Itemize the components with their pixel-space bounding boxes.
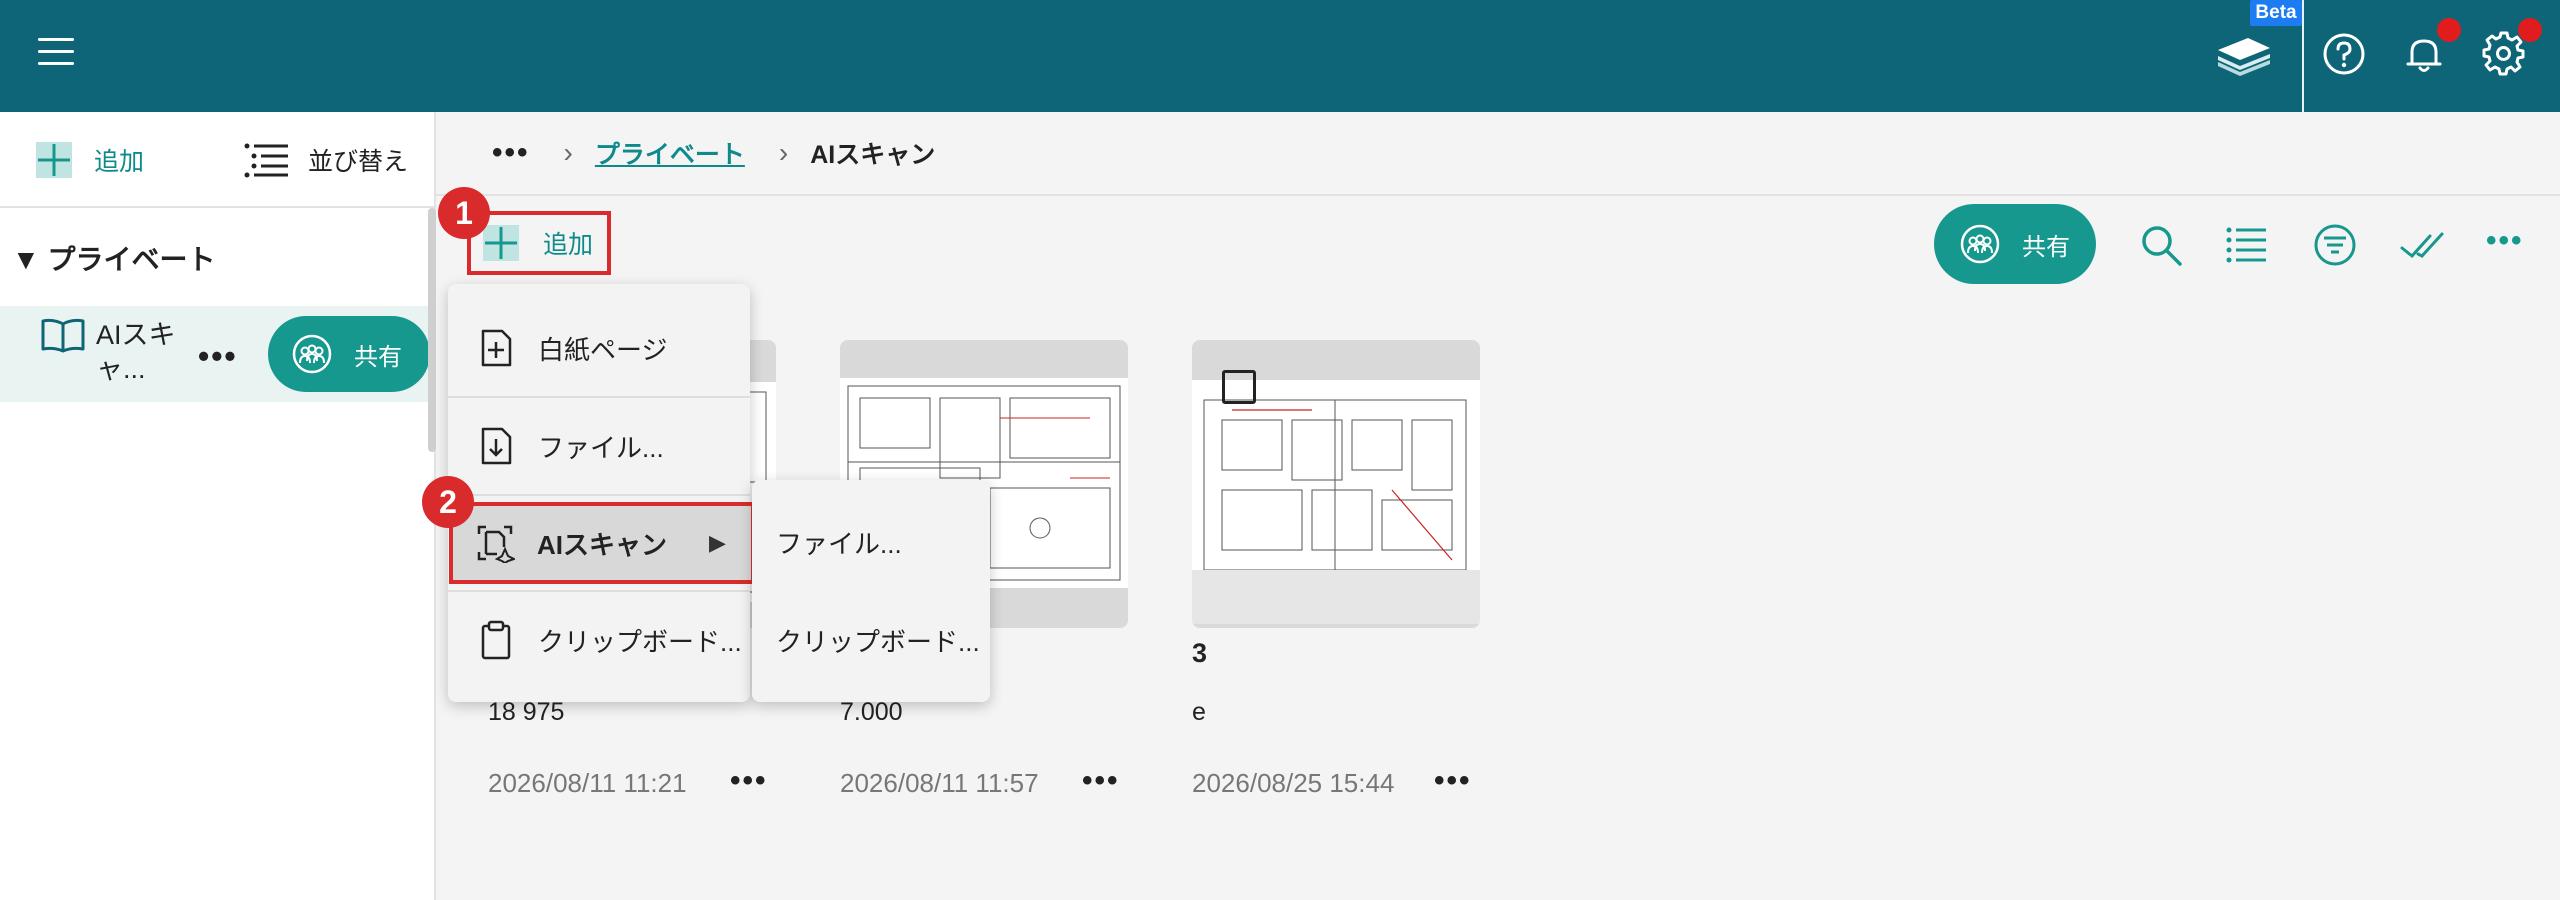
new-page-icon (481, 329, 512, 367)
help-icon[interactable] (2320, 30, 2368, 78)
menu-icon[interactable] (38, 38, 74, 68)
card-2-subtitle: 7.000 (840, 698, 903, 726)
add-menu: 白紙ページ ファイル... クリップボード... (448, 284, 750, 702)
more-options-button[interactable]: ••• (2486, 224, 2524, 258)
submenu-item-file[interactable]: ファイル... (752, 494, 990, 590)
breadcrumb-more-button[interactable]: ••• (492, 136, 530, 170)
menu-item-file[interactable]: ファイル... (448, 398, 750, 494)
sidebar-sort-label: 並び替え (308, 148, 409, 176)
document-card-3-thumbnail[interactable] (1192, 340, 1480, 628)
menu-item-label: 白紙ページ (538, 334, 668, 365)
menu-item-clipboard[interactable]: クリップボード... (448, 592, 750, 688)
card-1-date: 2026/08/11 11:21 (488, 768, 687, 798)
sidebar-sort-button[interactable]: 並び替え (244, 138, 408, 182)
sidebar-item-label: AIスキャ... (96, 320, 176, 384)
add-button-label: 追加 (543, 231, 594, 259)
ai-scan-icon (477, 525, 515, 563)
submenu-arrow-icon: ▶ (709, 530, 726, 555)
plus-icon (36, 142, 72, 178)
card-1-more-button[interactable]: ••• (730, 764, 768, 798)
notification-dot (2437, 18, 2461, 42)
sidebar-toolbar: 追加 並び替え (0, 112, 436, 208)
step-badge-1: 1 (438, 187, 490, 239)
sidebar-share-button[interactable]: 共有 (268, 316, 430, 392)
card-2-date: 2026/08/11 11:57 (840, 768, 1039, 798)
sort-list-icon (244, 143, 288, 178)
card-3-subtitle: e (1192, 698, 1206, 726)
people-icon (292, 334, 332, 374)
sidebar-item-more-button[interactable]: ••• (198, 338, 238, 375)
header-divider (2302, 0, 2304, 112)
menu-item-blank-page[interactable]: 白紙ページ (448, 300, 750, 396)
submenu-item-clipboard[interactable]: クリップボード... (752, 592, 990, 688)
menu-divider (448, 494, 750, 496)
step-badge-2: 2 (422, 476, 474, 528)
card-2-more-button[interactable]: ••• (1082, 764, 1120, 798)
breadcrumb: ••• › プライベート › AIスキャン (436, 112, 2560, 196)
breadcrumb-current: AIスキャン (810, 141, 936, 169)
filter-icon[interactable] (2312, 222, 2358, 268)
select-checkbox[interactable] (1222, 370, 1256, 404)
ai-scan-submenu: ファイル... クリップボード... (752, 480, 990, 702)
double-check-icon[interactable] (2400, 222, 2446, 268)
top-app-bar: Beta (0, 0, 2560, 112)
menu-item-label: ファイル... (538, 432, 664, 463)
list-view-icon[interactable] (2224, 222, 2270, 268)
search-icon[interactable] (2138, 222, 2184, 268)
people-icon (1960, 224, 2000, 264)
card-3-date: 2026/08/25 15:44 (1192, 768, 1395, 798)
clipboard-icon (481, 620, 511, 660)
settings-alert-dot (2518, 18, 2542, 42)
share-button-label: 共有 (2022, 233, 2070, 261)
plus-icon (483, 225, 519, 261)
sidebar: 追加 並び替え ▼ プライベート AIスキャ... ••• 共有 (0, 112, 436, 900)
card-3-title: 3 (1192, 638, 1208, 668)
notebook-icon (41, 318, 85, 353)
menu-item-label: AIスキャン (537, 529, 668, 560)
file-download-icon (481, 427, 512, 465)
sidebar-scrollbar[interactable] (428, 208, 436, 452)
sidebar-add-button[interactable]: 追加 (34, 138, 144, 182)
sidebar-section-private[interactable]: ▼ プライベート (12, 238, 216, 278)
card-3-more-button[interactable]: ••• (1434, 764, 1472, 798)
floor-plan-thumbnail (1192, 380, 1480, 624)
sidebar-share-label: 共有 (354, 343, 402, 371)
app-stack-icon[interactable] (2214, 22, 2274, 82)
sidebar-item-ai-scan[interactable]: AIスキャ... ••• 共有 (0, 306, 430, 402)
chevron-right-icon: › (563, 137, 573, 168)
sidebar-add-label: 追加 (94, 148, 145, 176)
share-button[interactable]: 共有 (1934, 204, 2096, 284)
menu-item-label: クリップボード... (538, 626, 742, 657)
chevron-right-icon: › (778, 137, 789, 168)
card-1-subtitle: 18 975 (488, 698, 565, 726)
menu-item-ai-scan[interactable]: AIスキャン ▶ (449, 502, 755, 584)
breadcrumb-parent-link[interactable]: プライベート (595, 135, 745, 171)
beta-badge: Beta (2250, 0, 2302, 26)
